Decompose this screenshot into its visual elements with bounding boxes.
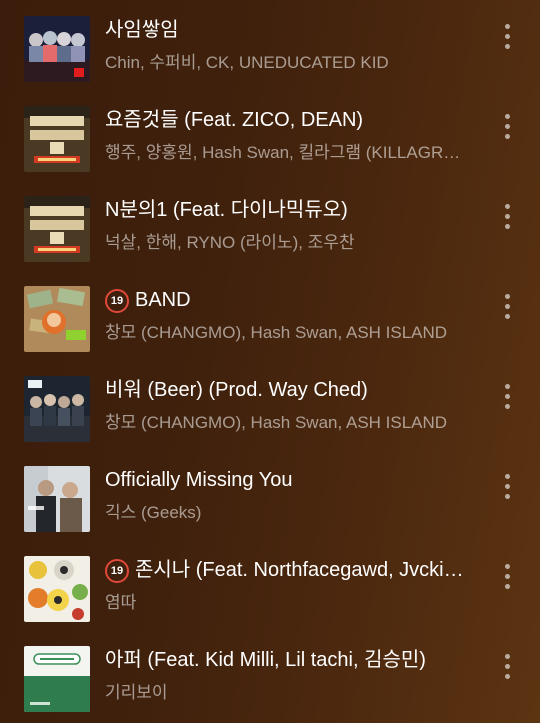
more-vertical-icon bbox=[505, 294, 510, 299]
more-options-button[interactable] bbox=[494, 382, 522, 416]
explicit-19-badge-icon: 19 bbox=[105, 559, 129, 583]
track-title: 사임쌓임 bbox=[105, 17, 465, 43]
album-art[interactable] bbox=[24, 556, 90, 622]
track-title-text: 사임쌓임 bbox=[105, 19, 179, 41]
track-artist: 기리보이 bbox=[105, 683, 168, 702]
more-options-button[interactable] bbox=[494, 112, 522, 146]
track-artist: 창모 (CHANGMO), Hash Swan, ASH ISLAND bbox=[105, 413, 448, 432]
explicit-19-badge-icon: 19 bbox=[105, 289, 129, 313]
track-row[interactable]: 비워 (Beer) (Prod. Way Ched) 창모 (CHANGMO),… bbox=[0, 360, 540, 450]
track-title: 19 존시나 (Feat. Northfacegawd, Jvcki Wai) bbox=[105, 557, 465, 583]
track-title: 비워 (Beer) (Prod. Way Ched) bbox=[105, 377, 465, 403]
more-options-button[interactable] bbox=[494, 472, 522, 506]
more-dot bbox=[505, 314, 510, 319]
track-title: 19 BAND bbox=[105, 287, 465, 313]
more-vertical-icon bbox=[505, 24, 510, 29]
track-artist: 긱스 (Geeks) bbox=[105, 503, 202, 522]
track-row[interactable]: 아퍼 (Feat. Kid Milli, Lil tachi, 김승민) 기리보… bbox=[0, 630, 540, 720]
more-dot bbox=[505, 574, 510, 579]
more-vertical-icon bbox=[505, 384, 510, 389]
more-dot bbox=[505, 224, 510, 229]
album-art[interactable] bbox=[24, 286, 90, 352]
more-dot bbox=[505, 394, 510, 399]
album-art[interactable] bbox=[24, 196, 90, 262]
more-dot bbox=[505, 674, 510, 679]
track-title-text: 요즘것들 (Feat. ZICO, DEAN) bbox=[105, 109, 364, 131]
track-row[interactable]: N분의1 (Feat. 다이나믹듀오) 넉살, 한해, RYNO (라이노), … bbox=[0, 180, 540, 270]
track-title-text: BAND bbox=[135, 289, 191, 311]
track-title-text: 존시나 (Feat. Northfacegawd, Jvcki Wai) bbox=[135, 559, 465, 581]
more-options-button[interactable] bbox=[494, 652, 522, 686]
track-list: 사임쌓임 Chin, 수퍼비, CK, UNEDUCATED KID 요즘것들 … bbox=[0, 0, 540, 723]
more-options-button[interactable] bbox=[494, 22, 522, 56]
album-art[interactable] bbox=[24, 16, 90, 82]
more-dot bbox=[505, 44, 510, 49]
track-title-text: Officially Missing You bbox=[105, 469, 293, 491]
track-title-text: 비워 (Beer) (Prod. Way Ched) bbox=[105, 379, 368, 401]
more-options-button[interactable] bbox=[494, 562, 522, 596]
track-artist: 염따 bbox=[105, 593, 137, 612]
album-art[interactable] bbox=[24, 106, 90, 172]
track-row[interactable]: Officially Missing You 긱스 (Geeks) bbox=[0, 450, 540, 540]
more-vertical-icon bbox=[505, 204, 510, 209]
track-artist: 행주, 양홍원, Hash Swan, 킬라그램 (KILLAGRAMZ) bbox=[105, 143, 465, 162]
track-title: 요즘것들 (Feat. ZICO, DEAN) bbox=[105, 107, 465, 133]
more-dot bbox=[505, 124, 510, 129]
track-artist: 창모 (CHANGMO), Hash Swan, ASH ISLAND bbox=[105, 323, 448, 342]
more-dot bbox=[505, 404, 510, 409]
more-dot bbox=[505, 34, 510, 39]
track-row[interactable]: 19 존시나 (Feat. Northfacegawd, Jvcki Wai) 염… bbox=[0, 540, 540, 630]
more-dot bbox=[505, 484, 510, 489]
more-dot bbox=[505, 214, 510, 219]
track-artist: 넉살, 한해, RYNO (라이노), 조우찬 bbox=[105, 233, 355, 252]
track-row[interactable]: 19 BAND 창모 (CHANGMO), Hash Swan, ASH ISLA… bbox=[0, 270, 540, 360]
track-title: Officially Missing You bbox=[105, 467, 465, 493]
more-vertical-icon bbox=[505, 564, 510, 569]
track-artist: Chin, 수퍼비, CK, UNEDUCATED KID bbox=[105, 53, 389, 72]
album-art[interactable] bbox=[24, 646, 90, 712]
more-dot bbox=[505, 584, 510, 589]
more-dot bbox=[505, 494, 510, 499]
track-row[interactable]: 사임쌓임 Chin, 수퍼비, CK, UNEDUCATED KID bbox=[0, 0, 540, 90]
more-vertical-icon bbox=[505, 654, 510, 659]
track-title-text: N분의1 (Feat. 다이나믹듀오) bbox=[105, 199, 348, 221]
more-options-button[interactable] bbox=[494, 202, 522, 236]
album-art[interactable] bbox=[24, 466, 90, 532]
more-dot bbox=[505, 304, 510, 309]
more-dot bbox=[505, 134, 510, 139]
track-title: N분의1 (Feat. 다이나믹듀오) bbox=[105, 197, 465, 223]
track-title: 아퍼 (Feat. Kid Milli, Lil tachi, 김승민) bbox=[105, 647, 465, 673]
track-title-text: 아퍼 (Feat. Kid Milli, Lil tachi, 김승민) bbox=[105, 649, 426, 671]
more-dot bbox=[505, 664, 510, 669]
track-row[interactable]: 요즘것들 (Feat. ZICO, DEAN) 행주, 양홍원, Hash Sw… bbox=[0, 90, 540, 180]
album-art[interactable] bbox=[24, 376, 90, 442]
more-vertical-icon bbox=[505, 474, 510, 479]
more-options-button[interactable] bbox=[494, 292, 522, 326]
more-vertical-icon bbox=[505, 114, 510, 119]
